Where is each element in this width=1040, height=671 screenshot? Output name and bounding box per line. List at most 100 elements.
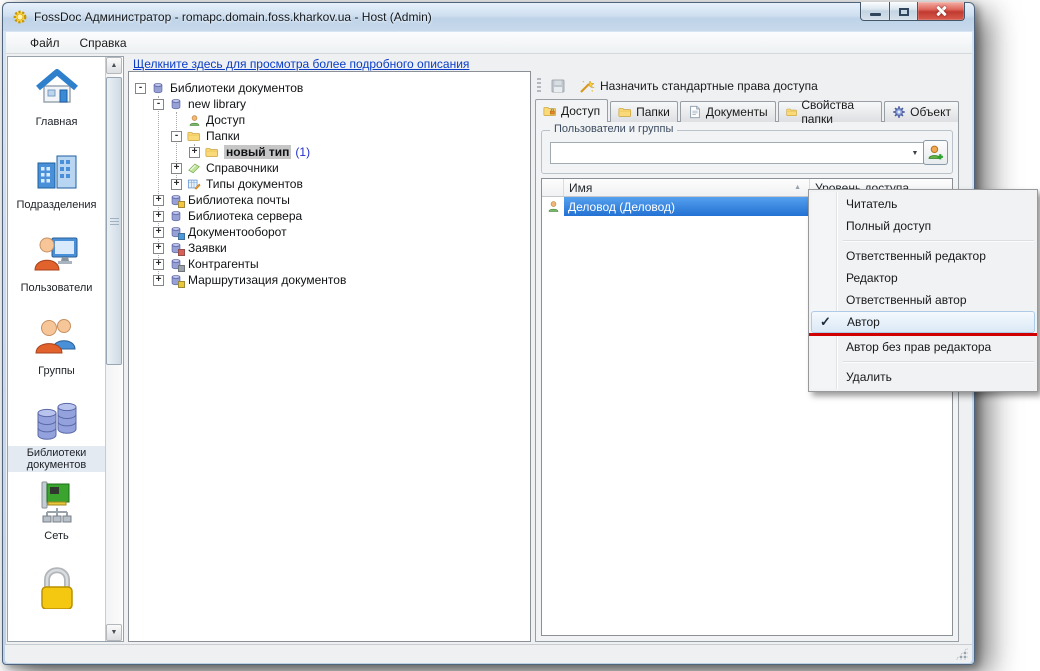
sidebar-item-security[interactable]	[8, 558, 105, 641]
tree-expand-icon[interactable]: +	[153, 259, 164, 270]
menu-item-author-without-editor-rights[interactable]: Автор без прав редактора	[809, 336, 1037, 358]
sidebar-item-label: Подразделения	[15, 198, 99, 212]
tab-object[interactable]: Объект	[884, 101, 959, 122]
sidebar-item-document-libraries[interactable]: Библиотеки документов	[8, 392, 105, 475]
resize-grip[interactable]	[955, 647, 968, 660]
tree-collapse-icon[interactable]: -	[171, 131, 182, 142]
sidebar-item-users[interactable]: Пользователи	[8, 227, 105, 310]
user-name-cell[interactable]: Деловод (Деловод)	[564, 197, 810, 216]
sort-ascending-icon: ▲	[794, 184, 801, 191]
access-level-context-menu: Читатель Полный доступ Ответственный ред…	[808, 189, 1038, 392]
user-icon	[542, 197, 564, 216]
selected-tree-item-label[interactable]: новый тип	[224, 145, 291, 159]
tree-expand-icon[interactable]: +	[153, 211, 164, 222]
tree-item-document-libraries[interactable]: - Библиотеки документов	[129, 80, 530, 96]
tree-item-document-flow[interactable]: + Документооборот	[129, 224, 530, 240]
database-icon	[150, 81, 166, 95]
menubar: Файл Справка	[6, 32, 972, 54]
tree-collapse-icon[interactable]: -	[153, 99, 164, 110]
folder-properties-icon	[786, 105, 798, 119]
maximize-button[interactable]	[890, 2, 918, 21]
tree-item-document-routing[interactable]: + Маршрутизация документов	[129, 272, 530, 288]
tree-item-mail-library[interactable]: + Библиотека почты	[129, 192, 530, 208]
sidebar-item-home[interactable]: Главная	[8, 61, 105, 144]
annotation-red-underline	[809, 333, 1037, 336]
contractors-icon	[168, 257, 184, 271]
tree-item-document-types[interactable]: + Типы документов	[129, 176, 530, 192]
tab-documents[interactable]: Документы	[680, 101, 776, 122]
folder-icon	[204, 145, 220, 159]
gear-icon	[892, 105, 906, 119]
item-count-badge: (1)	[295, 145, 310, 159]
scrollbar-thumb[interactable]	[106, 77, 122, 365]
icon-column-header[interactable]	[542, 179, 564, 196]
add-user-button[interactable]	[923, 140, 948, 165]
menu-item-author[interactable]: ✓ Автор	[811, 311, 1035, 333]
access-toolbar: Назначить стандартные права доступа	[535, 74, 959, 98]
tab-label: Папки	[636, 105, 670, 119]
titlebar: FossDoc Администратор - romapc.domain.fo…	[3, 3, 974, 31]
minimize-icon	[870, 13, 881, 16]
sidebar-item-departments[interactable]: Подразделения	[8, 144, 105, 227]
tree-expand-icon[interactable]: +	[153, 243, 164, 254]
tree-expand-icon[interactable]: +	[153, 195, 164, 206]
tree-item-folders[interactable]: - Папки	[129, 128, 530, 144]
statusbar	[5, 644, 972, 663]
users-groups-combo-input[interactable]	[551, 146, 907, 160]
document-icon	[688, 105, 702, 119]
users-groups-combobox[interactable]: ▼	[550, 142, 924, 164]
sidebar-item-label: Главная	[34, 115, 80, 129]
sidebar-item-label: Группы	[36, 364, 77, 378]
sidebar-item-groups[interactable]: Группы	[8, 310, 105, 393]
menu-item-editor[interactable]: Редактор	[809, 267, 1037, 289]
tab-access[interactable]: Доступ	[535, 99, 608, 122]
menu-item-reader[interactable]: Читатель	[809, 193, 1037, 215]
app-icon	[12, 9, 28, 25]
tree-collapse-icon[interactable]: -	[135, 83, 146, 94]
sidebar-item-network[interactable]: Сеть	[8, 475, 105, 558]
tree-expand-icon[interactable]: +	[153, 227, 164, 238]
name-column-header[interactable]: Имя ▲	[564, 179, 810, 196]
tree-expand-icon[interactable]: +	[189, 147, 200, 158]
menu-item-full-access[interactable]: Полный доступ	[809, 215, 1037, 237]
tree-item-directories[interactable]: + Справочники	[129, 160, 530, 176]
tree-item-contractors[interactable]: + Контрагенты	[129, 256, 530, 272]
scrollbar-grip-icon	[110, 218, 119, 226]
scroll-down-icon[interactable]: ▼	[106, 624, 122, 641]
tab-label: Доступ	[561, 104, 600, 118]
requests-badge-icon	[178, 249, 185, 256]
toolbar-grip-icon	[537, 78, 541, 94]
tree-item-server-library[interactable]: + Библиотека сервера	[129, 208, 530, 224]
menu-item-responsible-editor[interactable]: Ответственный редактор	[809, 245, 1037, 267]
tree-expand-icon[interactable]: +	[171, 163, 182, 174]
scroll-up-icon[interactable]: ▲	[106, 57, 122, 74]
menu-help[interactable]: Справка	[70, 33, 137, 53]
window-title: FossDoc Администратор - romapc.domain.fo…	[34, 10, 432, 24]
tree-item-new-type[interactable]: + новый тип (1)	[129, 144, 530, 160]
users-groups-groupbox: Пользователи и группы ▼	[541, 130, 953, 174]
tab-folders[interactable]: Папки	[610, 101, 678, 122]
menu-item-responsible-author[interactable]: Ответственный автор	[809, 289, 1037, 311]
tree-item-access[interactable]: Доступ	[129, 112, 530, 128]
folder-icon	[618, 105, 632, 119]
tree-expand-icon[interactable]: +	[171, 179, 182, 190]
tab-folder-properties[interactable]: Свойства папки	[778, 101, 882, 122]
close-button[interactable]	[918, 2, 965, 21]
home-icon	[31, 61, 83, 115]
check-icon: ✓	[820, 314, 831, 330]
tree-item-requests[interactable]: + Заявки	[129, 240, 530, 256]
tab-label: Объект	[910, 105, 951, 119]
maximize-icon	[899, 8, 909, 16]
menu-file[interactable]: Файл	[20, 33, 70, 53]
tree-expand-icon[interactable]: +	[153, 275, 164, 286]
minimize-button[interactable]	[860, 2, 890, 21]
assign-standard-rights-button[interactable]: Назначить стандартные права доступа	[575, 75, 822, 97]
book-icon	[186, 161, 202, 175]
description-link[interactable]: Щелкните здесь для просмотра более подро…	[133, 57, 469, 71]
tree-item-new-library[interactable]: - new library	[129, 96, 530, 112]
menu-separator	[809, 358, 1037, 366]
save-button[interactable]	[547, 75, 569, 97]
combo-dropdown-icon[interactable]: ▼	[907, 150, 923, 157]
menu-item-delete[interactable]: Удалить	[809, 366, 1037, 388]
sidebar-scrollbar[interactable]: ▲ ▼	[105, 57, 122, 641]
